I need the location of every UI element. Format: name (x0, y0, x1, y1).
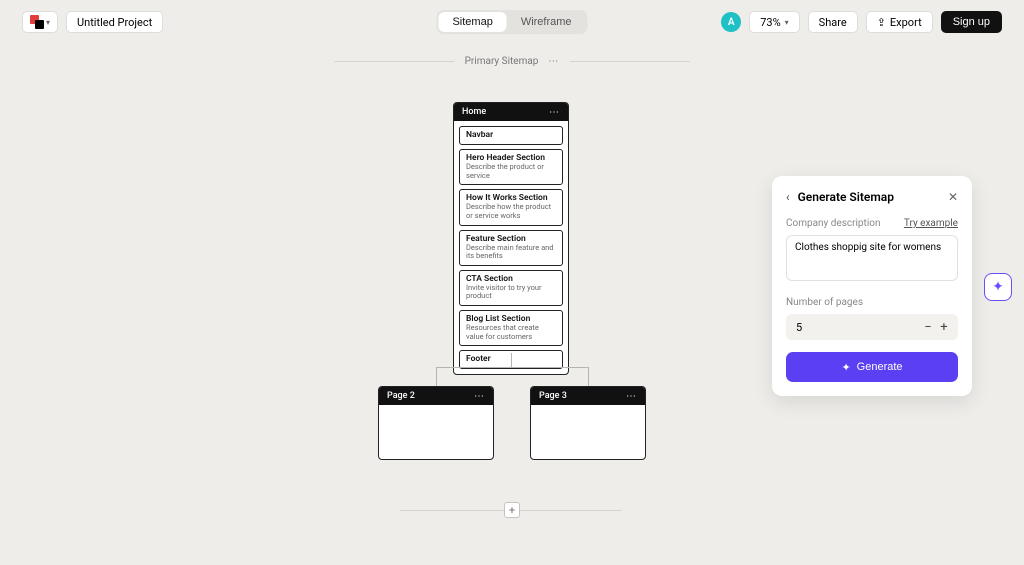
app-menu-button[interactable]: ▾ (22, 11, 58, 33)
page-card-title: Page 3 (539, 391, 567, 401)
section-desc: Describe main feature and its benefits (466, 244, 556, 261)
page-card-menu[interactable]: ⋯ (626, 391, 637, 402)
chevron-down-icon: ▾ (785, 18, 789, 27)
add-page-button[interactable]: + (504, 502, 520, 518)
generate-sitemap-panel: ‹ Generate Sitemap ✕ Company description… (772, 176, 972, 396)
section-block[interactable]: Hero Header SectionDescribe the product … (459, 149, 563, 185)
export-button[interactable]: ⇪ Export (866, 11, 933, 33)
connector-line (436, 367, 437, 386)
section-block[interactable]: How It Works SectionDescribe how the pro… (459, 189, 563, 225)
pages-increment-button[interactable]: + (936, 319, 952, 335)
pages-stepper: 5 − + (786, 314, 958, 340)
section-desc: Describe the product or service (466, 163, 556, 180)
connector-line (511, 353, 512, 367)
generate-label: Generate (857, 361, 903, 373)
page-card-menu[interactable]: ⋯ (549, 107, 560, 118)
panel-title: Generate Sitemap (798, 190, 940, 204)
number-of-pages-label: Number of pages (786, 297, 863, 308)
primary-sitemap-label: Primary Sitemap (465, 56, 539, 67)
section-block[interactable]: Navbar (459, 126, 563, 145)
generate-button[interactable]: ✦ Generate (786, 352, 958, 382)
export-label: Export (890, 16, 922, 29)
page-card-title: Home (462, 107, 486, 117)
sparkle-icon: ✦ (841, 361, 850, 374)
page-card-title: Page 2 (387, 391, 415, 401)
mode-toggle: Sitemap Wireframe (436, 10, 587, 34)
section-desc: Invite visitor to try your product (466, 284, 556, 301)
tab-wireframe[interactable]: Wireframe (507, 12, 586, 32)
close-icon[interactable]: ✕ (948, 190, 958, 204)
app-logo-icon (30, 15, 44, 29)
section-title: Navbar (466, 130, 556, 140)
section-block[interactable]: Blog List SectionResources that create v… (459, 310, 563, 346)
zoom-dropdown[interactable]: 73% ▾ (749, 11, 799, 33)
company-description-label: Company description (786, 218, 880, 229)
project-name-button[interactable]: Untitled Project (66, 11, 163, 33)
pages-decrement-button[interactable]: − (920, 319, 936, 335)
primary-sitemap-menu[interactable]: ⋯ (548, 56, 559, 67)
page-card-home[interactable]: Home ⋯ Navbar Hero Header SectionDescribe… (453, 102, 569, 375)
section-desc: Describe how the product or service work… (466, 203, 556, 220)
pages-value: 5 (792, 321, 920, 334)
connector-line (436, 367, 588, 368)
avatar[interactable]: A (721, 12, 741, 32)
connector-line (588, 367, 589, 386)
ai-fab-button[interactable]: ✦ (984, 273, 1012, 301)
company-description-input[interactable] (786, 235, 958, 281)
section-desc: Resources that create value for customer… (466, 324, 556, 341)
section-block[interactable]: Feature SectionDescribe main feature and… (459, 230, 563, 266)
sparkle-icon: ✦ (992, 279, 1004, 295)
section-block[interactable]: CTA SectionInvite visitor to try your pr… (459, 270, 563, 306)
try-example-link[interactable]: Try example (904, 218, 958, 229)
page-card-menu[interactable]: ⋯ (474, 391, 485, 402)
project-name-label: Untitled Project (77, 16, 152, 29)
export-icon: ⇪ (877, 16, 886, 29)
panel-back-button[interactable]: ‹ (786, 190, 790, 204)
signup-button[interactable]: Sign up (941, 11, 1002, 33)
tab-sitemap[interactable]: Sitemap (438, 12, 506, 32)
page-card-page2[interactable]: Page 2 ⋯ (378, 386, 494, 460)
chevron-down-icon: ▾ (46, 18, 50, 27)
page-card-page3[interactable]: Page 3 ⋯ (530, 386, 646, 460)
share-button[interactable]: Share (808, 11, 858, 33)
section-title: Feature Section (466, 234, 556, 244)
zoom-label: 73% (760, 16, 780, 29)
